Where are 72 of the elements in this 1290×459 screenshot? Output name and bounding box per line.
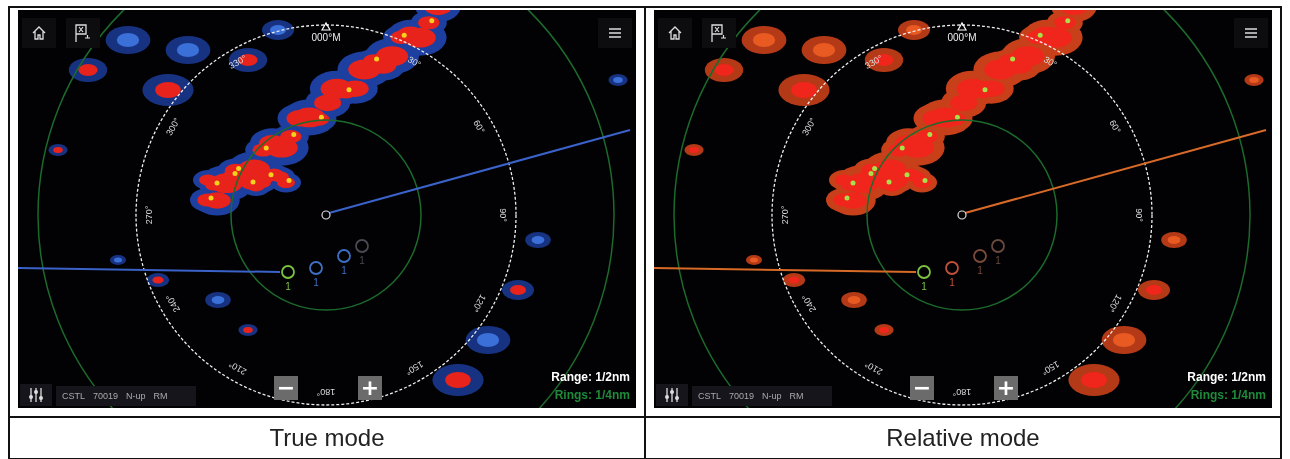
bearing-label: 270° [144,205,155,225]
bearing-label: 180° [952,386,972,397]
status-text: N-up [126,391,146,401]
bearing-label: 150° [1039,359,1061,377]
menu-icon [608,27,622,39]
target-marker[interactable] [945,261,959,275]
heading-label: 000°M [947,32,977,43]
bearing-label: 90° [497,208,508,222]
menu-button[interactable] [598,18,632,48]
waypoint-button[interactable] [66,18,100,48]
waypoint-button[interactable] [702,18,736,48]
target-label: 1 [995,255,1001,266]
target-marker[interactable] [355,239,369,253]
own-vessel-icon [321,210,331,220]
sliders-icon [28,387,44,403]
status-text: N-up [762,391,782,401]
bearing-label: 30° [405,54,423,70]
home-icon [31,25,47,41]
target-marker[interactable] [917,265,931,279]
target-label: 1 [313,277,319,288]
target-label: 1 [921,281,927,292]
status-text: CSTL [62,391,85,401]
status-text: 70019 [93,391,119,401]
menu-icon [1244,27,1258,39]
bearing-label: 210° [863,359,885,377]
bearing-label: 60° [1107,118,1123,136]
bearing-label: 180° [316,386,336,397]
target-marker[interactable] [337,249,351,263]
heading-marker-icon [956,21,968,31]
range-readout: Range: 1/2nm [1187,370,1266,384]
sliders-icon [664,387,680,403]
own-vessel-icon [957,210,967,220]
home-button[interactable] [658,18,692,48]
caption: True mode [268,423,386,453]
zoom-in-button[interactable]: + [994,376,1018,400]
home-icon [667,25,683,41]
target-label: 1 [949,277,955,288]
rings-readout: Rings: 1/4nm [1190,388,1266,402]
bearing-label: 270° [780,205,791,225]
flag-icon [74,23,92,43]
bearing-label: 330° [227,53,249,71]
heading-label: 000°M [311,32,341,43]
zoom-in-button[interactable]: + [358,376,382,400]
flag-icon [710,23,728,43]
target-marker[interactable] [281,265,295,279]
caption: Relative mode [885,423,1041,453]
zoom-out-button[interactable]: − [274,376,298,400]
target-marker[interactable] [973,249,987,263]
status-text: 70019 [729,391,755,401]
heading-marker-icon [320,21,332,31]
rings-readout: Rings: 1/4nm [554,388,630,402]
bearing-label: 210° [227,359,249,377]
settings-button[interactable] [656,384,688,406]
target-marker[interactable] [991,239,1005,253]
target-label: 1 [977,265,983,276]
menu-button[interactable] [1234,18,1268,48]
status-text: RM [153,391,168,401]
bearing-label: 150° [403,359,425,377]
status-text: RM [789,391,804,401]
zoom-out-button[interactable]: − [910,376,934,400]
bearing-label: 330° [863,53,885,71]
bearing-label: 90° [1133,208,1144,222]
target-marker[interactable] [309,261,323,275]
target-label: 1 [285,281,291,292]
bearing-label: 30° [1041,54,1059,70]
settings-button[interactable] [20,384,52,406]
bearing-label: 60° [471,118,487,136]
status-text: CSTL [698,391,721,401]
range-readout: Range: 1/2nm [551,370,630,384]
home-button[interactable] [22,18,56,48]
target-label: 1 [359,255,365,266]
target-label: 1 [341,265,347,276]
